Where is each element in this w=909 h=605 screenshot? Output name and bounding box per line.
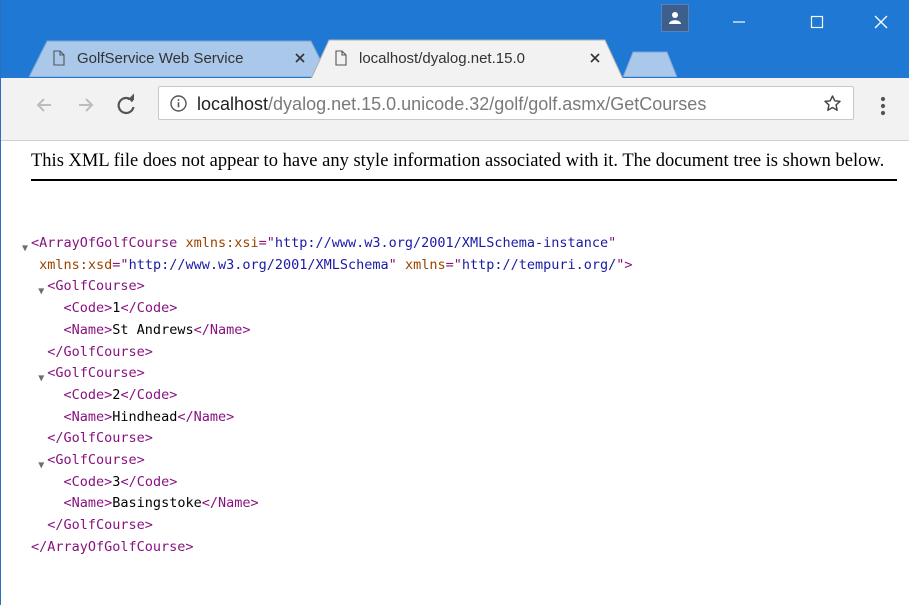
collapse-toggle-icon[interactable]: ▼ <box>22 238 28 260</box>
xml-field-name: <Name>Hindhead</Name> <box>63 408 235 425</box>
xml-root-open: <ArrayOfGolfCourse xmlns:xsi="http://www… <box>31 235 617 251</box>
minimize-button[interactable] <box>716 0 762 44</box>
maximize-icon <box>810 15 824 29</box>
menu-dots-icon[interactable] <box>873 92 893 120</box>
url-host: localhost <box>197 94 269 114</box>
title-bar: GolfService Web Service localhost/dyalog… <box>1 0 909 80</box>
maximize-button[interactable] <box>794 0 840 44</box>
xml-field-code: <Code>3</Code> <box>63 473 178 490</box>
xml-style-notice: This XML file does not appear to have an… <box>31 151 885 171</box>
document-icon <box>53 50 65 66</box>
page-content: This XML file does not appear to have an… <box>22 146 897 555</box>
xml-value: St Andrews <box>112 321 194 338</box>
info-icon[interactable] <box>170 95 187 112</box>
minimize-icon <box>733 21 745 23</box>
tab-close-icon[interactable] <box>589 52 601 64</box>
xml-field-code: <Code>2</Code> <box>63 386 178 403</box>
tab-close-icon[interactable] <box>294 52 306 64</box>
close-window-button[interactable] <box>858 0 904 44</box>
xml-course-open: <GolfCourse> <box>47 452 145 469</box>
xml-value: Hindhead <box>112 408 178 425</box>
tab-title: localhost/dyalog.net.15.0 <box>359 50 525 67</box>
address-bar[interactable]: localhost/dyalog.net.15.0.unicode.32/gol… <box>158 86 854 120</box>
xml-tree: <ArrayOfGolfCourse xmlns:xsi="http://www… <box>22 233 633 559</box>
xml-course-open: <GolfCourse> <box>47 365 145 382</box>
xml-value: Basingstoke <box>112 495 202 512</box>
bookmark-star-icon[interactable] <box>823 94 842 113</box>
browser-window: GolfService Web Service localhost/dyalog… <box>0 0 909 605</box>
collapse-toggle-icon[interactable]: ▼ <box>38 368 44 390</box>
divider <box>31 179 897 181</box>
url-path: /dyalog.net.15.0.unicode.32/golf/golf.as… <box>268 94 707 114</box>
url-text: localhost/dyalog.net.15.0.unicode.32/gol… <box>197 94 706 115</box>
xml-root-attrs: xmlns:xsd="http://www.w3.org/2001/XMLSch… <box>39 256 633 273</box>
document-icon <box>335 50 347 66</box>
xml-field-name: <Name>St Andrews</Name> <box>63 321 251 338</box>
xml-course-close: </GolfCourse> <box>47 517 153 534</box>
tab-golfservice[interactable]: GolfService Web Service <box>29 39 329 77</box>
close-icon <box>874 15 888 29</box>
browser-toolbar: localhost/dyalog.net.15.0.unicode.32/gol… <box>1 78 909 141</box>
collapse-toggle-icon[interactable]: ▼ <box>38 281 44 303</box>
xml-course-close: </GolfCourse> <box>47 430 153 447</box>
reload-icon[interactable] <box>111 90 141 120</box>
xml-course-close: </GolfCourse> <box>47 343 153 360</box>
profile-button[interactable] <box>661 4 689 32</box>
back-arrow-icon[interactable] <box>29 90 59 120</box>
xml-root-close: </ArrayOfGolfCourse> <box>31 538 194 555</box>
forward-arrow-icon[interactable] <box>71 90 101 120</box>
tab-localhost[interactable]: localhost/dyalog.net.15.0 <box>311 39 623 79</box>
person-icon <box>669 12 681 24</box>
new-tab-button[interactable] <box>623 51 677 77</box>
collapse-toggle-icon[interactable]: ▼ <box>38 455 44 477</box>
xml-course-open: <GolfCourse> <box>47 278 145 295</box>
tab-title: GolfService Web Service <box>77 50 244 67</box>
xml-field-name: <Name>Basingstoke</Name> <box>63 495 259 512</box>
xml-field-code: <Code>1</Code> <box>63 300 178 317</box>
